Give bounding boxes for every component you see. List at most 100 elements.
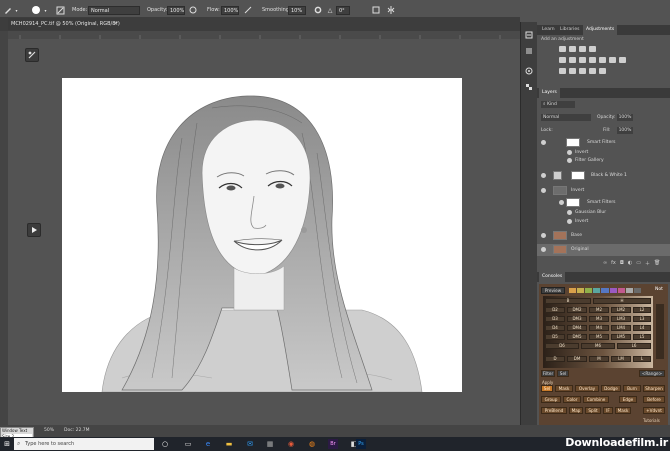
mode-select[interactable]: Normal bbox=[88, 6, 140, 15]
grid-cell[interactable]: M6 bbox=[581, 343, 615, 349]
eye-icon[interactable] bbox=[567, 210, 572, 215]
grid-cell[interactable]: DM bbox=[567, 356, 587, 362]
new-layer-icon[interactable]: ＋ bbox=[645, 260, 650, 268]
eye-icon[interactable] bbox=[567, 158, 572, 163]
grid-cell[interactable]: M2 bbox=[589, 307, 609, 313]
apply-burn-button[interactable]: Burn bbox=[623, 385, 641, 392]
grid-cell[interactable]: D5 bbox=[545, 334, 565, 340]
grid-cell[interactable]: B bbox=[545, 298, 591, 304]
color-panel-icon[interactable] bbox=[524, 66, 534, 76]
curves-icon[interactable] bbox=[579, 46, 586, 52]
task-view-icon[interactable]: ○ bbox=[160, 439, 170, 449]
filter-button[interactable]: Filter bbox=[541, 370, 555, 377]
flow-input[interactable]: 100% bbox=[221, 6, 239, 15]
group-button[interactable]: Group bbox=[541, 396, 561, 403]
pressure-opacity-icon[interactable] bbox=[188, 5, 198, 15]
document-canvas-image[interactable] bbox=[62, 78, 462, 392]
eye-icon[interactable] bbox=[541, 188, 546, 193]
document-tab[interactable]: MCH02914_PC.tif @ 50% (Original, RGB/8*)… bbox=[8, 18, 120, 39]
angle-input[interactable]: 0° bbox=[336, 6, 350, 15]
brightness-contrast-icon[interactable] bbox=[559, 46, 566, 52]
grid-cell[interactable]: L bbox=[633, 356, 651, 362]
layer-row[interactable]: Smart Filters bbox=[537, 138, 670, 148]
split-button[interactable]: Split bbox=[585, 407, 601, 414]
black-white-icon[interactable] bbox=[589, 57, 596, 63]
hue-saturation-icon[interactable] bbox=[569, 57, 576, 63]
grid-cell[interactable]: M3 bbox=[589, 316, 609, 322]
layer-row[interactable]: Smart Filters bbox=[537, 198, 670, 208]
posterize-icon[interactable] bbox=[569, 68, 576, 74]
layer-row-selected[interactable]: Original bbox=[537, 244, 670, 256]
grid-cell[interactable]: DM3 bbox=[567, 316, 587, 322]
eye-icon[interactable] bbox=[541, 233, 546, 238]
store-icon[interactable]: ▦ bbox=[265, 439, 275, 449]
threshold-icon[interactable] bbox=[579, 68, 586, 74]
combine-button[interactable]: Combine bbox=[583, 396, 609, 403]
swatch[interactable] bbox=[625, 288, 633, 293]
exposure-icon[interactable] bbox=[589, 46, 596, 52]
symmetry-icon[interactable] bbox=[386, 5, 396, 15]
range-button[interactable]: <Range> bbox=[639, 370, 665, 377]
apply-overlay-button[interactable]: Overlay bbox=[575, 385, 599, 392]
grid-cell[interactable]: LM3 bbox=[611, 316, 631, 322]
eye-icon[interactable] bbox=[541, 247, 546, 252]
levels-icon[interactable] bbox=[569, 46, 576, 52]
grid-cell[interactable]: M bbox=[589, 356, 609, 362]
chrome-icon[interactable]: ◉ bbox=[286, 439, 296, 449]
grid-cell[interactable]: M4 bbox=[589, 325, 609, 331]
close-icon[interactable]: × bbox=[114, 18, 118, 30]
zoom-level[interactable]: 50% bbox=[44, 428, 54, 433]
photoshop-app-icon[interactable]: Ps bbox=[356, 439, 366, 449]
grid-cell[interactable]: D4 bbox=[545, 325, 565, 331]
photo-filter-icon[interactable] bbox=[599, 57, 606, 63]
tab-learn[interactable]: Learn bbox=[539, 25, 558, 35]
eye-icon[interactable] bbox=[541, 173, 546, 178]
swatch[interactable] bbox=[585, 288, 593, 293]
add-mask-icon[interactable]: ◘ bbox=[620, 260, 624, 268]
not-toggle[interactable]: Not bbox=[655, 287, 663, 292]
play-action-icon[interactable] bbox=[27, 223, 41, 237]
layer-row[interactable]: Invert bbox=[537, 217, 670, 227]
firefox-icon[interactable]: ◍ bbox=[307, 439, 317, 449]
grid-cell[interactable]: LM2 bbox=[611, 307, 631, 313]
layer-row[interactable]: Filter Gallery bbox=[537, 156, 670, 166]
invert-icon[interactable] bbox=[559, 68, 566, 74]
grid-cell[interactable]: LM4 bbox=[611, 325, 631, 331]
swatch[interactable] bbox=[569, 288, 577, 293]
eye-icon[interactable] bbox=[559, 200, 564, 205]
taskbar-search-box[interactable]: ⌕ Type here to search bbox=[14, 438, 154, 450]
grid-cell[interactable]: D bbox=[545, 356, 565, 362]
swatches-panel-icon[interactable] bbox=[524, 82, 534, 92]
layer-row[interactable]: Base bbox=[537, 230, 670, 242]
link-layers-icon[interactable]: ∞ bbox=[603, 260, 607, 268]
apply-sel-button[interactable]: Sel bbox=[541, 385, 553, 392]
gear-icon[interactable] bbox=[313, 5, 323, 15]
trash-icon[interactable]: 🗑 bbox=[654, 260, 660, 268]
edge-button[interactable]: Edge bbox=[619, 396, 637, 403]
grid-cell[interactable]: L6 bbox=[617, 343, 651, 349]
tab-layers[interactable]: Layers bbox=[539, 88, 560, 98]
if-button[interactable]: IF bbox=[603, 407, 613, 414]
grid-cell[interactable]: D2 bbox=[545, 307, 565, 313]
channel-mixer-icon[interactable] bbox=[609, 57, 616, 63]
preview-button[interactable]: Preview bbox=[541, 287, 565, 294]
history-brush-icon[interactable] bbox=[25, 48, 39, 62]
windows-start-icon[interactable]: ⊞ bbox=[2, 439, 12, 449]
selective-color-icon[interactable] bbox=[599, 68, 606, 74]
file-explorer-icon[interactable]: ▬ bbox=[224, 439, 234, 449]
grid-cell[interactable]: M5 bbox=[589, 334, 609, 340]
grid-cell[interactable]: LM5 bbox=[611, 334, 631, 340]
grid-cell[interactable]: L4 bbox=[633, 325, 651, 331]
grid-cell[interactable]: H bbox=[593, 298, 651, 304]
fill-input[interactable]: 100% bbox=[617, 127, 633, 134]
apply-dodge-button[interactable]: Dodge bbox=[601, 385, 621, 392]
eye-icon[interactable] bbox=[567, 219, 572, 224]
apply-sharpen-button[interactable]: Sharpen bbox=[643, 385, 665, 392]
new-adjustment-icon[interactable]: ◐ bbox=[628, 260, 632, 268]
layer-opacity-input[interactable]: 100% bbox=[617, 114, 633, 121]
grid-cell[interactable]: D6 bbox=[545, 343, 579, 349]
eye-icon[interactable] bbox=[567, 150, 572, 155]
gradient-map-icon[interactable] bbox=[589, 68, 596, 74]
eye-icon[interactable] bbox=[541, 140, 546, 145]
mail-icon[interactable]: ✉ bbox=[245, 439, 255, 449]
